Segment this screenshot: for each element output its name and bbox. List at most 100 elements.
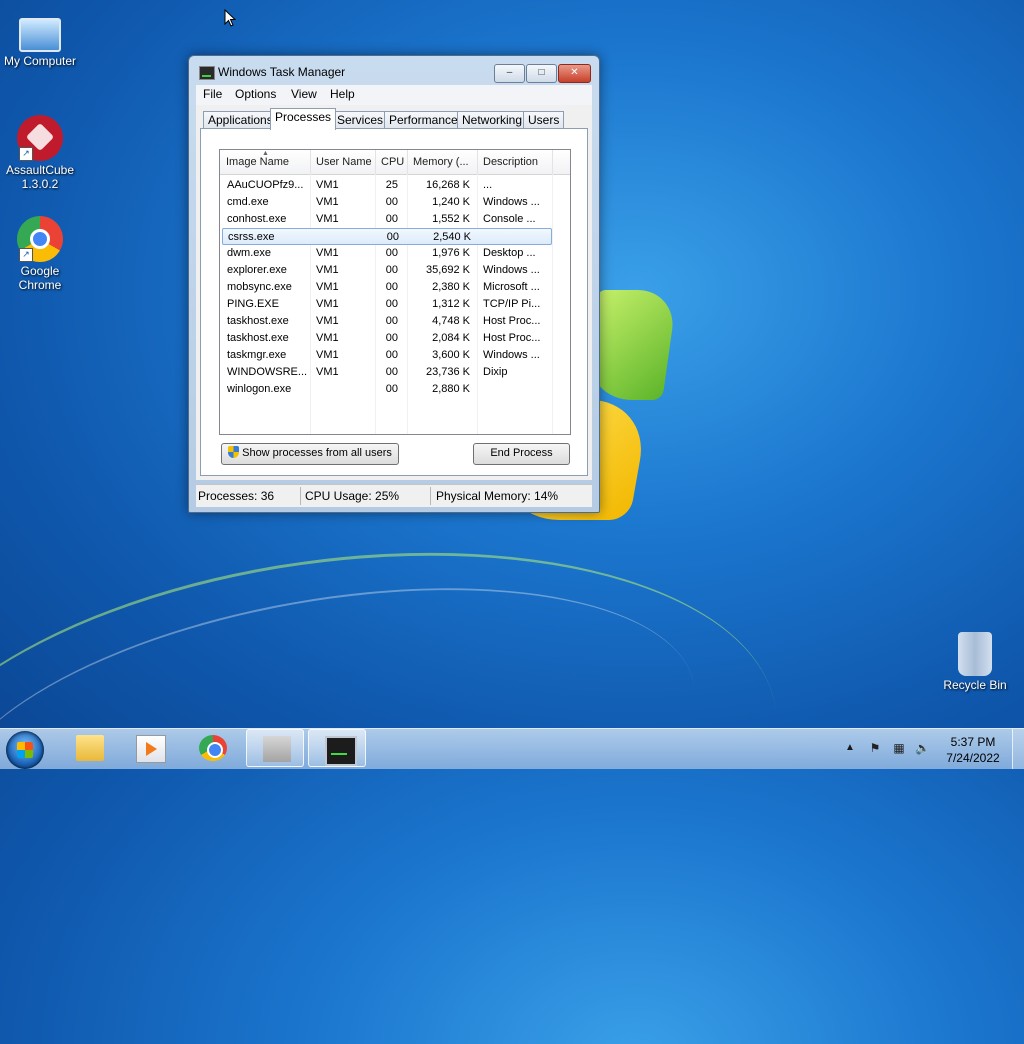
show-all-users-button[interactable]: Show processes from all users xyxy=(221,443,399,465)
column-header-image-name[interactable]: Image Name xyxy=(226,156,289,168)
taskbar-explorer-button[interactable] xyxy=(60,729,118,767)
cell-image-name: csrss.exe xyxy=(228,231,275,243)
task-manager-window[interactable]: Windows Task Manager – □ ✕ File Options … xyxy=(188,55,600,513)
cell-cpu: 00 xyxy=(385,332,398,344)
cell-description: Windows ... xyxy=(483,349,540,361)
column-separator[interactable] xyxy=(552,150,553,174)
cell-image-name: taskmgr.exe xyxy=(227,349,287,361)
status-separator xyxy=(300,487,301,505)
desktop-icon-my-computer[interactable]: My Computer xyxy=(0,10,80,68)
table-row[interactable]: mobsync.exe VM1 00 2,380 K Microsoft ... xyxy=(222,279,552,296)
cell-memory: 35,692 K xyxy=(425,264,470,276)
cell-image-name: winlogon.exe xyxy=(227,383,292,395)
cell-cpu: 00 xyxy=(385,366,398,378)
media-player-icon xyxy=(136,735,166,763)
table-row[interactable]: csrss.exe 00 2,540 K xyxy=(222,228,552,245)
close-button[interactable]: ✕ xyxy=(558,64,591,83)
taskbar-chrome-button[interactable] xyxy=(183,729,241,767)
table-row[interactable]: taskhost.exe VM1 00 2,084 K Host Proc... xyxy=(222,330,552,347)
cell-memory: 3,600 K xyxy=(432,349,470,361)
show-hidden-icons-button[interactable]: ▲ xyxy=(845,742,855,753)
process-list[interactable]: ▲ Image Name User Name CPU Memory (... D… xyxy=(219,149,571,435)
table-row[interactable]: explorer.exe VM1 00 35,692 K Windows ... xyxy=(222,262,552,279)
title-bar[interactable]: Windows Task Manager – □ ✕ xyxy=(189,56,599,86)
desktop-icon-label: Recycle Bin xyxy=(943,678,1007,692)
cell-memory: 4,748 K xyxy=(432,315,470,327)
chrome-icon xyxy=(199,735,227,761)
column-separator[interactable] xyxy=(310,150,311,174)
cell-cpu: 00 xyxy=(385,298,398,310)
cell-user-name: VM1 xyxy=(316,196,339,208)
tab-applications[interactable]: Applications xyxy=(203,111,278,129)
cell-user-name: VM1 xyxy=(316,332,339,344)
cell-cpu: 00 xyxy=(385,196,398,208)
tab-users[interactable]: Users xyxy=(523,111,565,129)
volume-icon[interactable]: 🔈 xyxy=(915,741,930,755)
menu-options[interactable]: Options xyxy=(235,87,276,101)
taskbar-task-manager-button[interactable] xyxy=(308,729,366,767)
uac-shield-icon xyxy=(228,446,240,458)
column-header-user-name[interactable]: User Name xyxy=(316,156,372,168)
cell-memory: 2,084 K xyxy=(432,332,470,344)
start-button[interactable] xyxy=(6,731,44,769)
maximize-button[interactable]: □ xyxy=(526,64,557,83)
column-separator[interactable] xyxy=(407,150,408,174)
table-row[interactable]: winlogon.exe 00 2,880 K xyxy=(222,381,552,398)
cell-image-name: taskhost.exe xyxy=(227,315,289,327)
mouse-cursor-icon xyxy=(224,9,236,27)
table-row[interactable]: WINDOWSRE... VM1 00 23,736 K Dixip xyxy=(222,364,552,381)
cell-cpu: 00 xyxy=(385,213,398,225)
menu-bar: File Options View Help xyxy=(196,85,592,105)
minimize-button[interactable]: – xyxy=(494,64,525,83)
tab-networking[interactable]: Networking xyxy=(457,111,528,129)
column-header-cpu[interactable]: CPU xyxy=(381,156,404,168)
desktop-icon-label: AssaultCube xyxy=(5,163,75,177)
table-row[interactable]: PING.EXE VM1 00 1,312 K TCP/IP Pi... xyxy=(222,296,552,313)
end-process-button[interactable]: End Process xyxy=(473,443,570,465)
chrome-icon: ↗ xyxy=(17,216,63,262)
column-header-memory[interactable]: Memory (... xyxy=(413,156,473,168)
tab-processes[interactable]: Processes xyxy=(270,108,337,130)
tab-services[interactable]: Services xyxy=(332,111,389,129)
cell-cpu: 00 xyxy=(385,264,398,276)
cell-image-name: explorer.exe xyxy=(227,264,287,276)
clock[interactable]: 5:37 PM 7/24/2022 xyxy=(938,734,1008,766)
table-row[interactable]: AAuCUOPfz9... VM1 25 16,268 K... xyxy=(222,177,552,194)
column-separator[interactable] xyxy=(375,150,376,174)
cell-image-name: cmd.exe xyxy=(227,196,269,208)
cell-image-name: taskhost.exe xyxy=(227,332,289,344)
recycle-bin-icon xyxy=(958,632,992,676)
process-list-header: ▲ Image Name User Name CPU Memory (... D… xyxy=(220,150,570,175)
menu-file[interactable]: File xyxy=(203,87,222,101)
cell-image-name: dwm.exe xyxy=(227,247,272,259)
taskbar-media-player-button[interactable] xyxy=(120,729,178,767)
desktop-icon-assaultcube[interactable]: ↗ AssaultCube 1.3.0.2 xyxy=(0,115,80,191)
cell-image-name: WINDOWSRE... xyxy=(227,366,308,378)
assaultcube-icon: ↗ xyxy=(17,115,63,161)
table-row[interactable]: taskmgr.exe VM1 00 3,600 K Windows ... xyxy=(222,347,552,364)
desktop-icon-recycle-bin[interactable]: Recycle Bin xyxy=(935,632,1015,692)
desktop-icon-google-chrome[interactable]: ↗ Google Chrome xyxy=(0,216,80,292)
taskbar: ▲ ⚑ ▦ 🔈 5:37 PM 7/24/2022 xyxy=(0,728,1024,769)
cell-cpu: 00 xyxy=(385,315,398,327)
cell-user-name: VM1 xyxy=(316,213,339,225)
tab-performance[interactable]: Performance xyxy=(384,111,463,129)
menu-help[interactable]: Help xyxy=(330,87,355,101)
cell-cpu: 00 xyxy=(385,349,398,361)
column-separator[interactable] xyxy=(477,150,478,174)
network-icon[interactable]: ▦ xyxy=(892,741,906,755)
shortcut-arrow-icon: ↗ xyxy=(19,147,33,161)
cell-memory: 2,380 K xyxy=(432,281,470,293)
column-header-description[interactable]: Description xyxy=(483,156,538,168)
menu-view[interactable]: View xyxy=(291,87,317,101)
table-row[interactable]: dwm.exe VM1 00 1,976 K Desktop ... xyxy=(222,245,552,262)
table-row[interactable]: taskhost.exe VM1 00 4,748 K Host Proc... xyxy=(222,313,552,330)
window-title: Windows Task Manager xyxy=(218,65,346,79)
table-row[interactable]: cmd.exe VM1 00 1,240 K Windows ... xyxy=(222,194,552,211)
show-desktop-button[interactable] xyxy=(1012,729,1024,769)
desktop-icon-label: My Computer xyxy=(3,54,77,68)
table-row[interactable]: conhost.exe VM1 00 1,552 K Console ... xyxy=(222,211,552,228)
cell-description: Windows ... xyxy=(483,196,540,208)
taskbar-app-button[interactable] xyxy=(246,729,304,767)
action-center-icon[interactable]: ⚑ xyxy=(868,741,882,755)
